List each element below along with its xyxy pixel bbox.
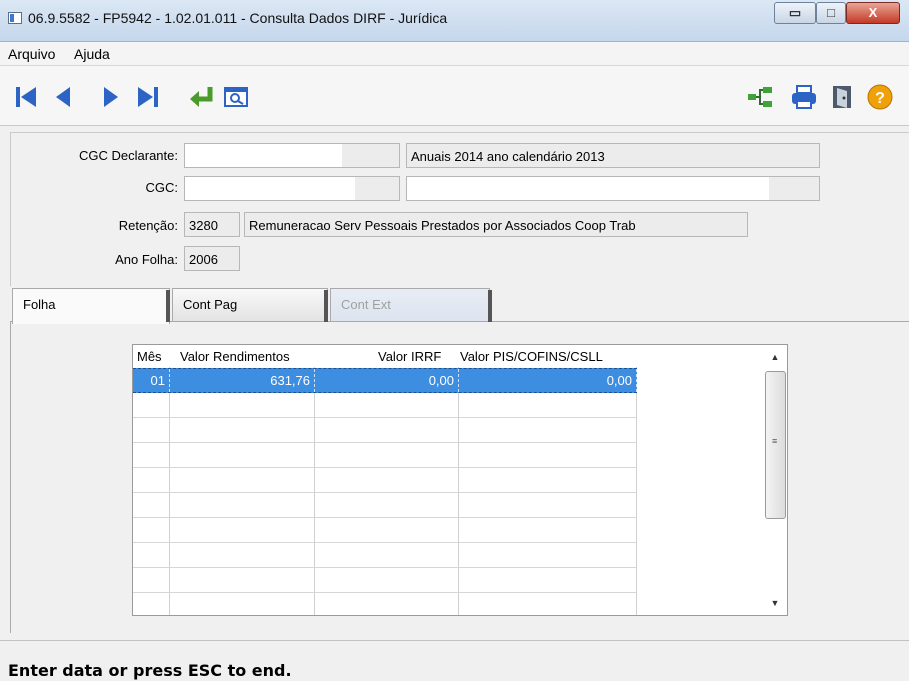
cell-valor-pis-cofins-csll[interactable]: 0,00 xyxy=(459,369,637,392)
last-record-icon[interactable] xyxy=(134,83,162,111)
search-window-icon[interactable] xyxy=(222,83,250,111)
scroll-grip-icon: ≡ xyxy=(772,436,778,446)
title-bar: 06.9.5582 - FP5942 - 1.02.01.011 - Consu… xyxy=(0,0,909,42)
label-cgc-declarante: CGC Declarante: xyxy=(79,148,178,163)
minimize-button[interactable]: ▭ xyxy=(774,2,816,24)
previous-record-icon[interactable] xyxy=(50,83,78,111)
close-icon: X xyxy=(868,5,878,20)
svg-text:?: ? xyxy=(875,90,885,107)
cell-mes[interactable]: 01 xyxy=(133,369,170,392)
tab-folha[interactable]: Folha xyxy=(12,288,170,324)
tab-cont-pag[interactable]: Cont Pag xyxy=(172,288,328,322)
retencao-description: Remuneracao Serv Pessoais Prestados por … xyxy=(244,212,748,237)
cgc-declarante-description: Anuais 2014 ano calendário 2013 xyxy=(406,143,820,168)
cell-valor-rendimentos[interactable]: 631,76 xyxy=(170,369,315,392)
column-header-valor-irrf[interactable]: Valor IRRF xyxy=(378,345,442,367)
table-row[interactable] xyxy=(133,393,637,418)
label-cgc: CGC: xyxy=(145,180,179,195)
ano-folha-field[interactable]: 2006 xyxy=(184,246,240,271)
return-icon[interactable] xyxy=(188,83,216,111)
label-retencao: Retenção: xyxy=(118,218,178,233)
help-icon[interactable]: ? xyxy=(866,83,894,111)
table-row[interactable] xyxy=(133,418,637,443)
tab-cont-pag-label: Cont Pag xyxy=(183,297,238,312)
status-message: Enter data or press ESC to end. xyxy=(8,661,292,680)
table-row[interactable] xyxy=(133,543,637,568)
cgc-input xyxy=(185,177,355,200)
tab-cont-ext-label: Cont Ext xyxy=(341,297,391,312)
tab-divider xyxy=(324,290,328,322)
table-row[interactable] xyxy=(133,468,637,493)
cgc-description-value xyxy=(407,177,769,200)
table-row[interactable] xyxy=(133,568,637,593)
table-row[interactable] xyxy=(133,518,637,543)
tab-divider xyxy=(166,290,170,322)
app-icon xyxy=(8,12,22,24)
column-header-valor-pis-cofins-csll[interactable]: Valor PIS/COFINS/CSLL xyxy=(460,345,603,367)
column-header-mes[interactable]: Mês xyxy=(137,345,162,367)
table-row[interactable] xyxy=(133,593,637,615)
grid-scrollbar[interactable]: ▲ ≡ ▼ xyxy=(763,345,787,615)
tab-folha-label: Folha xyxy=(23,297,56,312)
tree-structure-icon[interactable] xyxy=(746,83,774,111)
retencao-code-field[interactable]: 3280 xyxy=(184,212,240,237)
table-row[interactable] xyxy=(133,493,637,518)
menu-ajuda[interactable]: Ajuda xyxy=(74,46,110,62)
menu-arquivo[interactable]: Arquivo xyxy=(8,46,55,62)
menu-bar: Arquivo Ajuda xyxy=(0,42,909,66)
minimize-icon: ▭ xyxy=(788,5,802,20)
maximize-icon: □ xyxy=(827,5,835,20)
label-ano-folha: Ano Folha: xyxy=(115,252,178,267)
table-row[interactable]: 01 631,76 0,00 0,00 xyxy=(133,368,637,393)
close-button[interactable]: X xyxy=(846,2,900,24)
maximize-button[interactable]: □ xyxy=(816,2,846,24)
scroll-thumb[interactable]: ≡ xyxy=(765,371,786,519)
data-grid[interactable]: Mês Valor Rendimentos Valor IRRF Valor P… xyxy=(132,344,788,616)
cell-valor-irrf[interactable]: 0,00 xyxy=(315,369,459,392)
cgc-field[interactable] xyxy=(184,176,400,201)
tab-cont-ext: Cont Ext xyxy=(330,288,490,322)
tab-divider xyxy=(488,290,492,322)
scroll-up-icon[interactable]: ▲ xyxy=(767,349,783,365)
window-title: 06.9.5582 - FP5942 - 1.02.01.011 - Consu… xyxy=(28,10,448,26)
next-record-icon[interactable] xyxy=(96,83,124,111)
table-row[interactable] xyxy=(133,443,637,468)
scroll-down-icon[interactable]: ▼ xyxy=(767,595,783,611)
exit-door-icon[interactable] xyxy=(828,83,856,111)
cgc-declarante-input xyxy=(185,144,342,167)
status-bar: Enter data or press ESC to end. xyxy=(0,640,909,681)
column-header-valor-rendimentos[interactable]: Valor Rendimentos xyxy=(180,345,290,367)
cgc-declarante-field[interactable] xyxy=(184,143,400,168)
toolbar: ? xyxy=(0,66,909,126)
print-icon[interactable] xyxy=(790,83,818,111)
cgc-description xyxy=(406,176,820,201)
first-record-icon[interactable] xyxy=(12,83,40,111)
